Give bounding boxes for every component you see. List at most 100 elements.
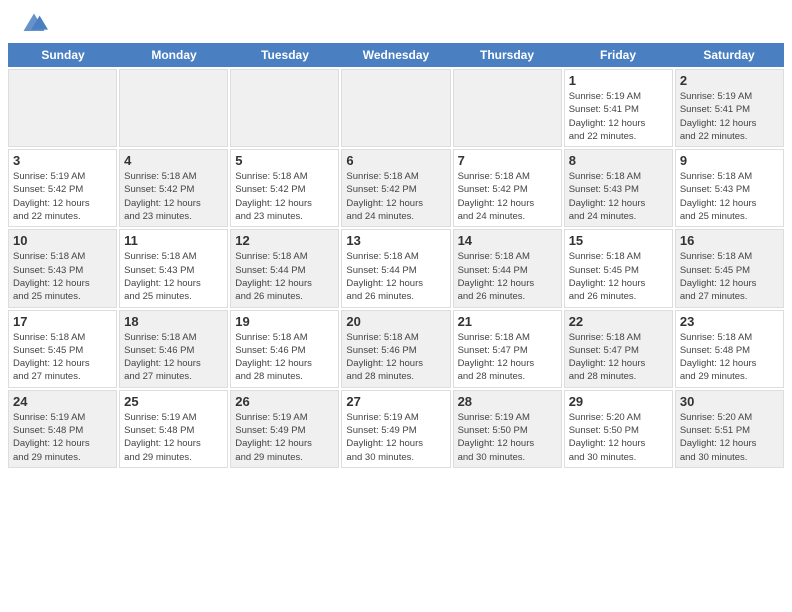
calendar-cell: 30 Sunrise: 5:20 AM Sunset: 5:51 PM Dayli… bbox=[675, 390, 784, 468]
calendar-cell: 22 Sunrise: 5:18 AM Sunset: 5:47 PM Dayli… bbox=[564, 310, 673, 388]
day-number: 14 bbox=[458, 233, 557, 248]
day-info: Sunrise: 5:18 AM Sunset: 5:42 PM Dayligh… bbox=[235, 170, 334, 223]
calendar-row-1: 1 Sunrise: 5:19 AM Sunset: 5:41 PM Daylig… bbox=[8, 69, 784, 147]
day-info: Sunrise: 5:18 AM Sunset: 5:45 PM Dayligh… bbox=[569, 250, 668, 303]
calendar-cell: 2 Sunrise: 5:19 AM Sunset: 5:41 PM Daylig… bbox=[675, 69, 784, 147]
calendar-cell: 6 Sunrise: 5:18 AM Sunset: 5:42 PM Daylig… bbox=[341, 149, 450, 227]
day-number: 15 bbox=[569, 233, 668, 248]
calendar-cell: 7Sunrise: 5:18 AM Sunset: 5:42 PM Daylig… bbox=[453, 149, 562, 227]
day-number: 18 bbox=[124, 314, 223, 329]
header-cell-friday: Friday bbox=[563, 43, 673, 67]
day-info: Sunrise: 5:19 AM Sunset: 5:41 PM Dayligh… bbox=[569, 90, 668, 143]
day-info: Sunrise: 5:20 AM Sunset: 5:50 PM Dayligh… bbox=[569, 411, 668, 464]
calendar-cell: 26Sunrise: 5:19 AM Sunset: 5:49 PM Dayli… bbox=[230, 390, 339, 468]
day-info: Sunrise: 5:19 AM Sunset: 5:49 PM Dayligh… bbox=[346, 411, 445, 464]
day-number: 17 bbox=[13, 314, 112, 329]
calendar-row-5: 24 Sunrise: 5:19 AM Sunset: 5:48 PM Dayli… bbox=[8, 390, 784, 468]
day-number: 24 bbox=[13, 394, 112, 409]
calendar-cell: 14Sunrise: 5:18 AM Sunset: 5:44 PM Dayli… bbox=[453, 229, 562, 307]
calendar-cell: 11 Sunrise: 5:18 AM Sunset: 5:43 PM Dayli… bbox=[119, 229, 228, 307]
day-number: 21 bbox=[458, 314, 557, 329]
day-info: Sunrise: 5:18 AM Sunset: 5:42 PM Dayligh… bbox=[124, 170, 223, 223]
day-number: 23 bbox=[680, 314, 779, 329]
calendar-cell: 23 Sunrise: 5:18 AM Sunset: 5:48 PM Dayli… bbox=[675, 310, 784, 388]
calendar-cell: 17 Sunrise: 5:18 AM Sunset: 5:45 PM Dayli… bbox=[8, 310, 117, 388]
calendar-cell: 5 Sunrise: 5:18 AM Sunset: 5:42 PM Daylig… bbox=[230, 149, 339, 227]
calendar-cell: 1 Sunrise: 5:19 AM Sunset: 5:41 PM Daylig… bbox=[564, 69, 673, 147]
day-number: 5 bbox=[235, 153, 334, 168]
header-cell-sunday: Sunday bbox=[8, 43, 118, 67]
day-info: Sunrise: 5:18 AM Sunset: 5:46 PM Dayligh… bbox=[235, 331, 334, 384]
day-number: 28 bbox=[458, 394, 557, 409]
header-cell-thursday: Thursday bbox=[452, 43, 562, 67]
day-info: Sunrise: 5:18 AM Sunset: 5:47 PM Dayligh… bbox=[458, 331, 557, 384]
day-number: 10 bbox=[13, 233, 112, 248]
day-number: 1 bbox=[569, 73, 668, 88]
day-info: Sunrise: 5:18 AM Sunset: 5:42 PM Dayligh… bbox=[346, 170, 445, 223]
calendar-cell: 29 Sunrise: 5:20 AM Sunset: 5:50 PM Dayli… bbox=[564, 390, 673, 468]
calendar-cell: 28 Sunrise: 5:19 AM Sunset: 5:50 PM Dayli… bbox=[453, 390, 562, 468]
day-info: Sunrise: 5:19 AM Sunset: 5:50 PM Dayligh… bbox=[458, 411, 557, 464]
day-info: Sunrise: 5:18 AM Sunset: 5:45 PM Dayligh… bbox=[13, 331, 112, 384]
calendar-body: 1 Sunrise: 5:19 AM Sunset: 5:41 PM Daylig… bbox=[8, 69, 784, 468]
calendar-row-3: 10 Sunrise: 5:18 AM Sunset: 5:43 PM Dayli… bbox=[8, 229, 784, 307]
calendar: SundayMondayTuesdayWednesdayThursdayFrid… bbox=[0, 43, 792, 476]
day-number: 20 bbox=[346, 314, 445, 329]
calendar-cell: 10 Sunrise: 5:18 AM Sunset: 5:43 PM Dayli… bbox=[8, 229, 117, 307]
day-info: Sunrise: 5:20 AM Sunset: 5:51 PM Dayligh… bbox=[680, 411, 779, 464]
calendar-cell bbox=[230, 69, 339, 147]
header-cell-monday: Monday bbox=[119, 43, 229, 67]
day-number: 29 bbox=[569, 394, 668, 409]
calendar-cell bbox=[119, 69, 228, 147]
calendar-cell: 9 Sunrise: 5:18 AM Sunset: 5:43 PM Daylig… bbox=[675, 149, 784, 227]
calendar-cell: 18 Sunrise: 5:18 AM Sunset: 5:46 PM Dayli… bbox=[119, 310, 228, 388]
calendar-cell bbox=[341, 69, 450, 147]
day-info: Sunrise: 5:19 AM Sunset: 5:48 PM Dayligh… bbox=[124, 411, 223, 464]
day-number: 9 bbox=[680, 153, 779, 168]
day-info: Sunrise: 5:18 AM Sunset: 5:44 PM Dayligh… bbox=[235, 250, 334, 303]
day-number: 3 bbox=[13, 153, 112, 168]
day-number: 6 bbox=[346, 153, 445, 168]
calendar-cell: 12 Sunrise: 5:18 AM Sunset: 5:44 PM Dayli… bbox=[230, 229, 339, 307]
calendar-cell: 20 Sunrise: 5:18 AM Sunset: 5:46 PM Dayli… bbox=[341, 310, 450, 388]
day-info: Sunrise: 5:18 AM Sunset: 5:43 PM Dayligh… bbox=[569, 170, 668, 223]
day-info: Sunrise: 5:18 AM Sunset: 5:43 PM Dayligh… bbox=[13, 250, 112, 303]
calendar-row-2: 3 Sunrise: 5:19 AM Sunset: 5:42 PM Daylig… bbox=[8, 149, 784, 227]
calendar-row-4: 17 Sunrise: 5:18 AM Sunset: 5:45 PM Dayli… bbox=[8, 310, 784, 388]
day-info: Sunrise: 5:18 AM Sunset: 5:47 PM Dayligh… bbox=[569, 331, 668, 384]
day-number: 30 bbox=[680, 394, 779, 409]
day-info: Sunrise: 5:18 AM Sunset: 5:46 PM Dayligh… bbox=[346, 331, 445, 384]
header-cell-tuesday: Tuesday bbox=[230, 43, 340, 67]
day-number: 13 bbox=[346, 233, 445, 248]
day-info: Sunrise: 5:19 AM Sunset: 5:42 PM Dayligh… bbox=[13, 170, 112, 223]
calendar-cell: 3 Sunrise: 5:19 AM Sunset: 5:42 PM Daylig… bbox=[8, 149, 117, 227]
day-info: Sunrise: 5:18 AM Sunset: 5:43 PM Dayligh… bbox=[680, 170, 779, 223]
calendar-cell bbox=[8, 69, 117, 147]
calendar-cell: 27Sunrise: 5:19 AM Sunset: 5:49 PM Dayli… bbox=[341, 390, 450, 468]
page-header bbox=[0, 0, 792, 43]
calendar-cell: 8 Sunrise: 5:18 AM Sunset: 5:43 PM Daylig… bbox=[564, 149, 673, 227]
day-number: 8 bbox=[569, 153, 668, 168]
day-info: Sunrise: 5:18 AM Sunset: 5:48 PM Dayligh… bbox=[680, 331, 779, 384]
day-number: 2 bbox=[680, 73, 779, 88]
day-number: 22 bbox=[569, 314, 668, 329]
calendar-cell: 24Sunrise: 5:19 AM Sunset: 5:48 PM Dayli… bbox=[8, 390, 117, 468]
day-number: 11 bbox=[124, 233, 223, 248]
logo-icon bbox=[20, 10, 48, 38]
day-number: 12 bbox=[235, 233, 334, 248]
calendar-cell: 13 Sunrise: 5:18 AM Sunset: 5:44 PM Dayli… bbox=[341, 229, 450, 307]
day-info: Sunrise: 5:18 AM Sunset: 5:46 PM Dayligh… bbox=[124, 331, 223, 384]
day-info: Sunrise: 5:18 AM Sunset: 5:43 PM Dayligh… bbox=[124, 250, 223, 303]
day-number: 25 bbox=[124, 394, 223, 409]
calendar-cell: 4 Sunrise: 5:18 AM Sunset: 5:42 PM Daylig… bbox=[119, 149, 228, 227]
day-number: 7 bbox=[458, 153, 557, 168]
header-cell-wednesday: Wednesday bbox=[341, 43, 451, 67]
day-info: Sunrise: 5:18 AM Sunset: 5:45 PM Dayligh… bbox=[680, 250, 779, 303]
calendar-cell: 16Sunrise: 5:18 AM Sunset: 5:45 PM Dayli… bbox=[675, 229, 784, 307]
day-number: 4 bbox=[124, 153, 223, 168]
calendar-cell: 21 Sunrise: 5:18 AM Sunset: 5:47 PM Dayli… bbox=[453, 310, 562, 388]
day-info: Sunrise: 5:19 AM Sunset: 5:41 PM Dayligh… bbox=[680, 90, 779, 143]
day-info: Sunrise: 5:18 AM Sunset: 5:44 PM Dayligh… bbox=[346, 250, 445, 303]
calendar-cell bbox=[453, 69, 562, 147]
calendar-header: SundayMondayTuesdayWednesdayThursdayFrid… bbox=[8, 43, 784, 67]
